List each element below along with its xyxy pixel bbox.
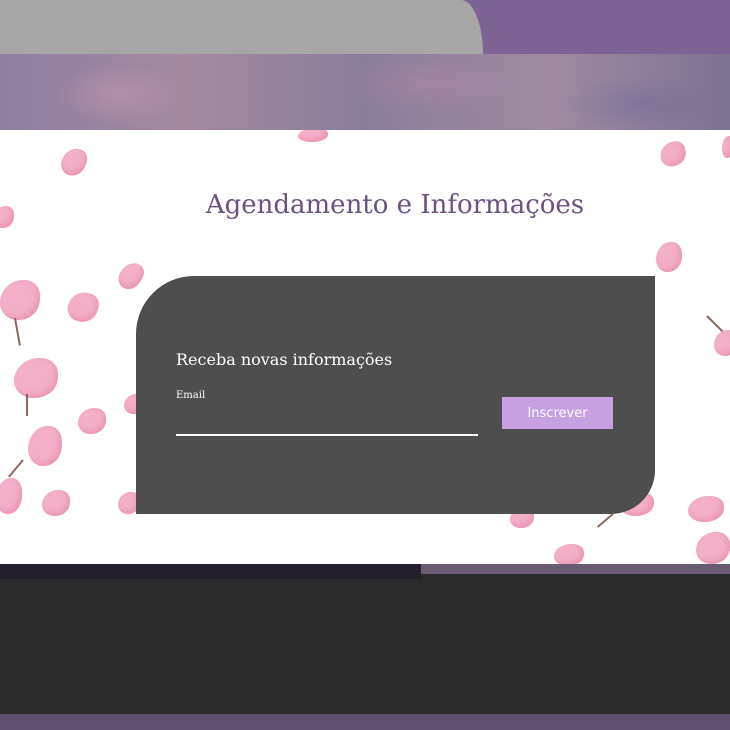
petal-decoration — [28, 426, 62, 466]
email-label: Email — [176, 390, 206, 401]
newsletter-heading: Receba novas informações — [176, 350, 393, 369]
petal-decoration — [656, 242, 682, 272]
dark-content-area — [0, 579, 730, 714]
section-edge-image — [421, 564, 730, 574]
petal-decoration — [57, 144, 91, 180]
footer-strip — [0, 714, 730, 730]
petal-decoration — [0, 478, 22, 514]
petal-decoration — [696, 532, 730, 564]
section-edge-dark — [0, 564, 421, 579]
petal-decoration — [554, 544, 584, 564]
petal-decoration — [42, 490, 70, 516]
petal-decoration — [722, 136, 730, 158]
subscribe-button[interactable]: Inscrever — [502, 397, 613, 429]
hero-image-band — [0, 54, 730, 130]
petal-stem — [8, 459, 24, 478]
petal-decoration — [0, 280, 40, 320]
petal-decoration — [114, 258, 148, 294]
appointments-section: Agendamento e Informações Receba novas i… — [0, 130, 730, 564]
top-gray-tab — [0, 0, 483, 54]
petal-decoration — [64, 288, 102, 326]
petal-decoration — [14, 358, 58, 398]
petal-stem — [14, 317, 21, 346]
petal-decoration — [714, 330, 730, 356]
petal-decoration — [688, 496, 724, 522]
petal-decoration — [78, 408, 106, 434]
petal-decoration — [298, 130, 328, 142]
petal-stem — [597, 513, 614, 528]
petal-decoration — [657, 139, 689, 169]
petal-stem — [26, 394, 28, 416]
page-title: Agendamento e Informações — [205, 190, 585, 220]
email-field[interactable] — [176, 406, 478, 436]
newsletter-card: Receba novas informações Email Inscrever — [136, 276, 655, 514]
